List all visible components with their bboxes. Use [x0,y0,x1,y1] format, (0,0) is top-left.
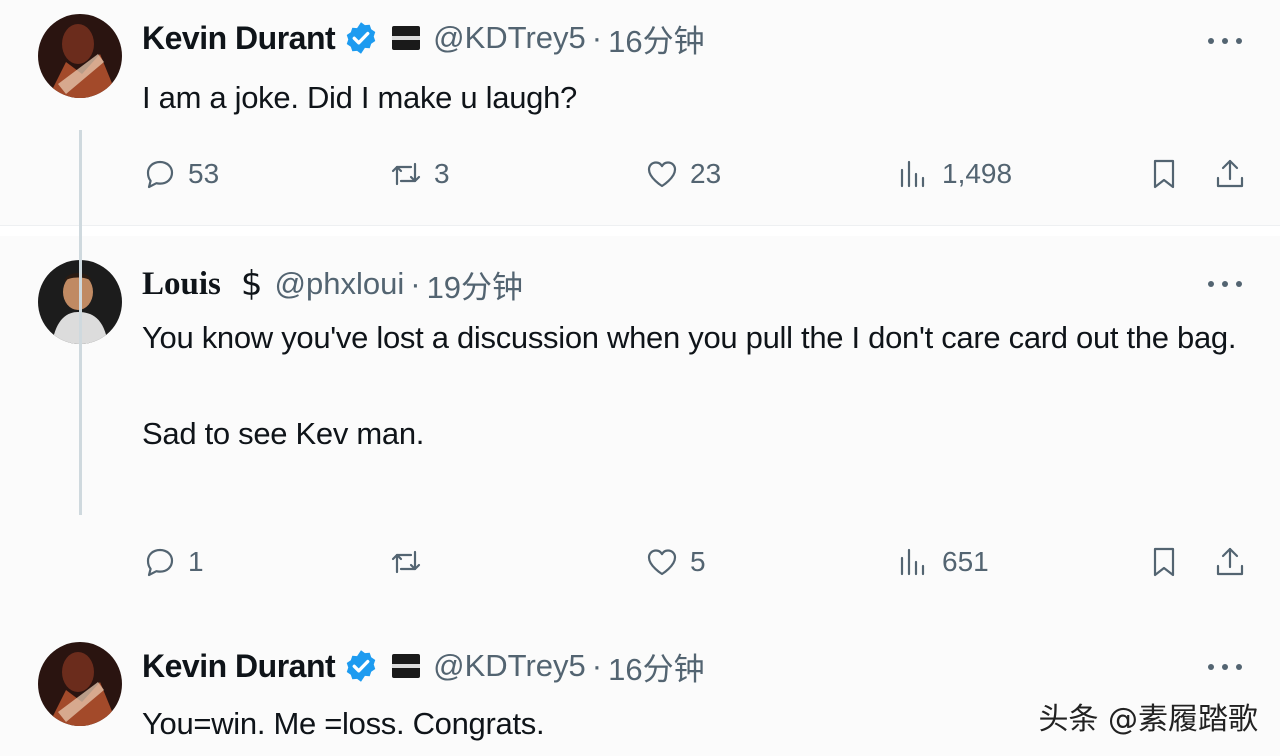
author-name[interactable]: Louis [142,266,221,303]
heart-icon [647,549,677,576]
watermark: 头条 @素履踏歌 [1038,702,1258,737]
reply-button[interactable]: 1 [142,540,204,584]
separator-dot: · [410,266,421,301]
share-button[interactable] [1212,540,1248,584]
author-handle[interactable]: @KDTrey5 [433,20,586,56]
retweet-icon [391,162,421,186]
share-button[interactable] [1212,152,1248,196]
views-count: 1,498 [942,158,1013,189]
more-options-icon[interactable] [1208,662,1242,672]
tweet-card[interactable]: Kevin Durant @KDTrey5 · 16分钟 I am a joke… [0,0,1280,226]
reply-button[interactable]: 53 [142,152,219,196]
share-icon [1216,547,1244,576]
more-options-icon[interactable] [1208,36,1242,46]
timestamp[interactable]: 16分钟 [608,16,704,61]
views-button[interactable]: 651 [896,540,989,584]
timestamp[interactable]: 16分钟 [608,644,704,689]
thread-connector-line [79,130,82,515]
retweet-button[interactable] [388,540,434,584]
retweet-icon [391,550,421,574]
views-button[interactable]: 1,498 [896,152,1012,196]
bookmark-icon [1153,159,1175,189]
tweet-text: You=win. Me =loss. Congrats. [142,706,545,741]
verified-badge-icon [346,22,376,54]
timestamp[interactable]: 19分钟 [427,262,523,307]
avatar[interactable] [38,14,122,98]
bookmark-button[interactable] [1146,540,1182,584]
tweet-text: I am a joke. Did I make u laugh? [142,80,577,115]
analytics-icon [900,548,925,576]
views-count: 651 [942,546,989,577]
black-flag-icon [392,654,421,678]
author-name[interactable]: Kevin Durant [142,648,336,685]
like-count: 5 [690,546,706,577]
dollar-emoji: $ [240,264,263,304]
analytics-icon [900,160,925,188]
reply-icon [146,548,174,577]
action-bar: 1 5 651 [142,540,1252,584]
tweet-header: Kevin Durant @KDTrey5 · 16分钟 [142,644,705,689]
heart-icon [647,161,677,188]
bookmark-icon [1153,547,1175,577]
separator-dot: · [591,648,603,683]
action-bar: 53 3 23 1,498 [142,152,1252,196]
tweet-header: Kevin Durant @KDTrey5 · 16分钟 [142,16,705,61]
like-count: 23 [690,158,722,189]
author-handle[interactable]: @KDTrey5 [433,648,586,684]
like-button[interactable]: 23 [644,152,721,196]
reply-count: 53 [188,158,220,189]
separator-dot: · [591,20,603,55]
black-flag-icon [392,26,421,50]
tweet-header: Louis $ @phxloui · 19分钟 [142,262,523,307]
avatar[interactable] [38,642,122,726]
more-options-icon[interactable] [1208,279,1242,289]
tweet-text: You know you've lost a discussion when y… [142,320,1237,451]
reply-icon [146,160,174,189]
share-icon [1216,159,1244,188]
like-button[interactable]: 5 [644,540,706,584]
author-handle[interactable]: @phxloui [275,266,405,302]
bookmark-button[interactable] [1146,152,1182,196]
retweet-button[interactable]: 3 [388,152,450,196]
verified-badge-icon [346,650,376,682]
author-name[interactable]: Kevin Durant [142,20,336,57]
reply-count: 1 [188,546,204,577]
retweet-count: 3 [434,158,450,189]
